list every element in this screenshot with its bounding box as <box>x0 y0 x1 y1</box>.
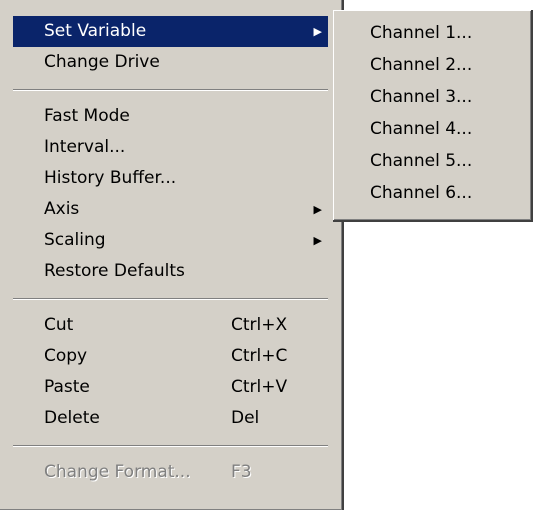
menu-item-label: Cut <box>44 315 74 335</box>
submenu-item-channel-4[interactable]: Channel 4... <box>333 113 531 145</box>
submenu-item-channel-1[interactable]: Channel 1... <box>333 17 531 49</box>
menu-item-label: Channel 3... <box>370 87 473 107</box>
menu-item-history-buffer[interactable]: History Buffer... <box>13 163 328 194</box>
submenu-arrow-icon: ▶ <box>313 25 322 38</box>
menu-item-label: Interval... <box>44 137 126 157</box>
menu-item-label: Copy <box>44 346 88 366</box>
menu-item-label: Paste <box>44 377 90 397</box>
menu-item-label: Axis <box>44 199 80 219</box>
menu-item-restore-defaults[interactable]: Restore Defaults <box>13 256 328 287</box>
menu-item-label: Scaling <box>44 230 106 250</box>
shortcut-label: Ctrl+X <box>231 315 288 335</box>
menu-item-label: Channel 2... <box>370 55 473 75</box>
submenu-arrow-icon: ▶ <box>313 203 322 216</box>
menu-item-scaling[interactable]: Scaling ▶ <box>13 225 328 256</box>
set-variable-submenu: Channel 1... Channel 2... Channel 3... C… <box>333 10 533 222</box>
menu-item-label: Set Variable <box>44 21 147 41</box>
menu-item-label: Change Drive <box>44 52 160 72</box>
menu-item-cut[interactable]: Cut Ctrl+X <box>13 310 328 341</box>
submenu-item-channel-5[interactable]: Channel 5... <box>333 145 531 177</box>
menu-item-interval[interactable]: Interval... <box>13 132 328 163</box>
submenu-item-channel-6[interactable]: Channel 6... <box>333 177 531 209</box>
menu-item-label: Delete <box>44 408 100 428</box>
menu-item-label: Channel 5... <box>370 151 473 171</box>
menu-item-set-variable[interactable]: Set Variable ▶ <box>13 16 328 47</box>
menu-separator <box>13 89 328 91</box>
menu-item-label: Channel 4... <box>370 119 473 139</box>
submenu-item-channel-3[interactable]: Channel 3... <box>333 81 531 113</box>
menu-item-label: Fast Mode <box>44 106 130 126</box>
submenu-arrow-icon: ▶ <box>313 234 322 247</box>
menu-item-change-format: Change Format... F3 <box>13 457 328 488</box>
shortcut-label: F3 <box>231 462 252 482</box>
menu-item-label: Channel 1... <box>370 23 473 43</box>
submenu-item-channel-2[interactable]: Channel 2... <box>333 49 531 81</box>
menu-item-paste[interactable]: Paste Ctrl+V <box>13 372 328 403</box>
context-menu: Set Variable ▶ Change Drive Fast Mode In… <box>0 0 344 510</box>
menu-item-label: Restore Defaults <box>44 261 185 281</box>
menu-item-axis[interactable]: Axis ▶ <box>13 194 328 225</box>
menu-separator <box>13 298 328 300</box>
menu-item-label: Change Format... <box>44 462 191 482</box>
shortcut-label: Ctrl+C <box>231 346 288 366</box>
shortcut-label: Del <box>231 408 260 428</box>
menu-separator <box>13 445 328 447</box>
menu-item-change-drive[interactable]: Change Drive <box>13 47 328 78</box>
menu-item-label: Channel 6... <box>370 183 473 203</box>
menu-item-delete[interactable]: Delete Del <box>13 403 328 434</box>
shortcut-label: Ctrl+V <box>231 377 288 397</box>
menu-item-copy[interactable]: Copy Ctrl+C <box>13 341 328 372</box>
menu-item-fast-mode[interactable]: Fast Mode <box>13 101 328 132</box>
menu-item-label: History Buffer... <box>44 168 177 188</box>
